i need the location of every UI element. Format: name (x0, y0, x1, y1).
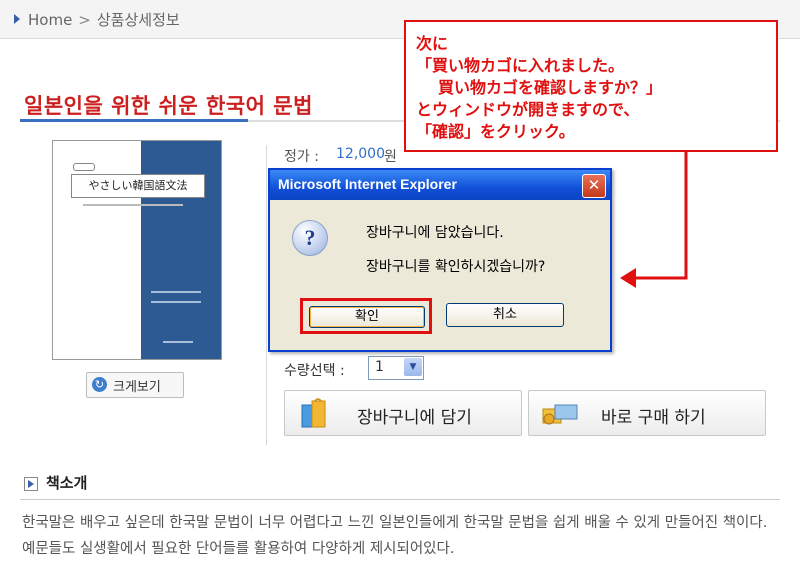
intro-divider (20, 499, 780, 500)
magnify-icon: ↻ (92, 377, 107, 392)
dialog-message-1: 장바구니에 담았습니다. (366, 225, 504, 241)
annotation-line-2: 「買い物カゴに入れました。 (416, 56, 625, 75)
annotation-line-3: 買い物カゴを確認しますか？」 (438, 78, 663, 97)
dialog-title: Microsoft Internet Explorer (278, 176, 457, 192)
quantity-select[interactable]: 1 ▼ (368, 356, 424, 380)
bullet-arrow-icon (24, 477, 38, 491)
intro-title: 책소개 (46, 474, 88, 492)
dialog-message-2: 장바구니를 확인하시겠습니까? (366, 259, 546, 275)
quantity-value: 1 (375, 359, 384, 375)
money-icon (542, 404, 578, 425)
quantity-label: 수량선택 : (284, 363, 345, 379)
cancel-button[interactable]: 취소 (446, 303, 564, 327)
ok-highlight-box: 확인 (300, 298, 432, 334)
annotation-line-4: とウィンドウが開きますので、 (416, 100, 640, 119)
chevron-down-icon[interactable]: ▼ (404, 358, 422, 376)
zoom-view-button[interactable]: ↻ 크게보기 (86, 372, 184, 398)
close-icon[interactable]: ✕ (582, 174, 606, 198)
intro-text: 한국말은 배우고 싶은데 한국말 문법이 너무 어렵다고 느낀 일본인들에게 한… (22, 515, 768, 557)
breadcrumb-home-link[interactable]: Home (28, 11, 72, 29)
book-cover-image: やさしい韓国語文法 (52, 140, 222, 360)
price-value: 12,000 (336, 146, 385, 162)
annotation-callout: 次に 「買い物カゴに入れました。 買い物カゴを確認しますか？」 とウィンドウが開… (404, 20, 778, 152)
product-title: 일본인을 위한 쉬운 한국어 문법 (24, 94, 313, 118)
breadcrumb-separator: > (78, 11, 91, 29)
info-divider (266, 145, 267, 445)
zoom-view-label: 크게보기 (113, 380, 161, 395)
add-to-cart-label: 장바구니에 담기 (357, 408, 472, 428)
dialog-titlebar[interactable]: Microsoft Internet Explorer ✕ (270, 170, 610, 200)
book-cover-title: やさしい韓国語文法 (71, 174, 205, 198)
bullet-arrow-icon (14, 14, 20, 24)
price-unit: 원 (384, 149, 397, 165)
annotation-line-5: 「確認」をクリック。 (416, 122, 575, 141)
breadcrumb-current: 상품상세정보 (96, 11, 180, 29)
add-to-cart-button[interactable]: 장바구니에 담기 (284, 390, 522, 436)
question-icon: ? (292, 220, 328, 256)
confirm-dialog: Microsoft Internet Explorer ✕ ? 장바구니에 담았… (268, 168, 612, 352)
buy-now-button[interactable]: 바로 구매 하기 (528, 390, 766, 436)
ok-button[interactable]: 확인 (309, 306, 425, 328)
price-label: 정가 : (284, 149, 319, 165)
title-divider-accent (20, 119, 248, 122)
shopping-bag-icon (301, 398, 326, 428)
annotation-line-1: 次に (416, 34, 449, 53)
buy-now-label: 바로 구매 하기 (601, 408, 706, 428)
